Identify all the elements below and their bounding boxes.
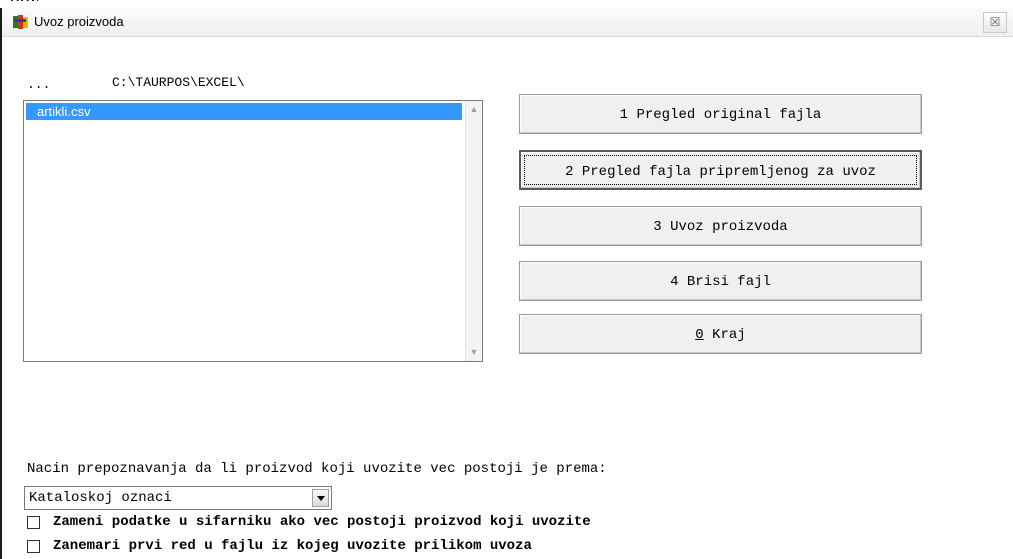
preview-original-key: 1 <box>619 107 629 123</box>
preview-prepared-label: Pregled fajla pripremljenog za uvoz <box>573 164 876 180</box>
window-title: Uvoz proizvoda <box>34 14 124 29</box>
replace-data-checkbox[interactable] <box>27 516 40 529</box>
preview-original-button[interactable]: 1 Pregled original fajla <box>519 94 922 134</box>
ignore-first-row-label: Zanemari prvi red u fajlu iz kojeg uvozi… <box>53 538 532 554</box>
import-label: Uvoz proizvoda <box>661 219 788 235</box>
cropped-header-text: ggy <box>10 0 40 1</box>
delete-label: Brisi fajl <box>678 274 771 290</box>
close-icon: ☒ <box>989 15 1001 29</box>
title-bar: Uvoz proizvoda ☒ <box>2 8 1013 37</box>
file-list[interactable]: artikli.csv ▲ ▼ <box>23 100 483 362</box>
replace-data-label: Zameni podatke u sifarniku ako vec posto… <box>53 514 591 530</box>
match-method-select[interactable]: Kataloskoj oznaci <box>24 486 332 510</box>
delete-file-button[interactable]: 4 Brisi fajl <box>519 261 922 301</box>
import-key: 3 <box>653 219 662 235</box>
browse-button[interactable]: ... <box>27 77 50 92</box>
chevron-down-icon[interactable] <box>312 489 329 507</box>
preview-prepared-button[interactable]: 2 Pregled fajla pripremljenog za uvoz <box>519 150 922 190</box>
scroll-down-icon[interactable]: ▼ <box>466 344 482 361</box>
match-method-value: Kataloskoj oznaci <box>29 490 172 506</box>
import-products-button[interactable]: 3 Uvoz proizvoda <box>519 206 922 246</box>
folder-path: C:\TAURPOS\EXCEL\ <box>112 75 245 90</box>
exit-button[interactable]: 0 Kraj <box>519 314 922 354</box>
preview-original-label: Pregled original fajla <box>628 107 822 123</box>
close-button[interactable]: ☒ <box>983 12 1007 33</box>
ignore-first-row-checkbox[interactable] <box>27 540 40 553</box>
file-item-selected[interactable]: artikli.csv <box>26 103 462 120</box>
import-products-window: Uvoz proizvoda ☒ ... C:\TAURPOS\EXCEL\ a… <box>0 8 1013 559</box>
file-list-scrollbar[interactable]: ▲ ▼ <box>465 101 482 361</box>
exit-label: Kraj <box>703 327 746 343</box>
exit-key: 0 <box>695 327 704 343</box>
app-icon <box>12 14 30 30</box>
match-method-label: Nacin prepoznavanja da li proizvod koji … <box>27 461 607 477</box>
scroll-up-icon[interactable]: ▲ <box>466 101 482 118</box>
